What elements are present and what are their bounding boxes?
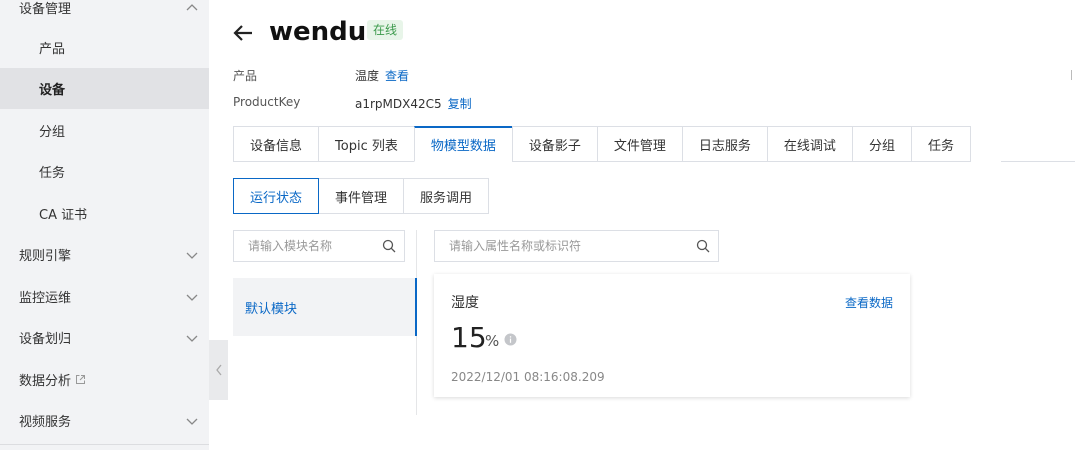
- sidebar-item-data-analysis[interactable]: 数据分析: [0, 359, 209, 400]
- property-search-box: [434, 230, 719, 262]
- sidebar-item-devices[interactable]: 设备: [0, 68, 209, 109]
- sidebar-item-label: 数据分析: [19, 374, 72, 389]
- tab-thing-model-data[interactable]: 物模型数据: [413, 126, 512, 162]
- sidebar-item-label: 设备: [39, 83, 66, 98]
- chevron-down-icon: [185, 331, 199, 345]
- sidebar-item-rule-engine[interactable]: 规则引擎: [0, 234, 209, 275]
- page-title: wendu: [269, 17, 367, 47]
- property-value: 15: [451, 321, 487, 354]
- sidebar-item-label: 任务: [39, 166, 66, 181]
- chevron-down-icon: [185, 248, 199, 262]
- tab-log-service[interactable]: 日志服务: [681, 126, 767, 162]
- sidebar-item-tasks[interactable]: 任务: [0, 151, 209, 192]
- sidebar-item-label: 设备划归: [19, 332, 72, 347]
- tabs-baseline: [1001, 161, 1075, 162]
- search-icon[interactable]: [688, 231, 718, 261]
- tab-online-debug[interactable]: 在线调试: [766, 126, 852, 162]
- chevron-up-icon: [185, 1, 199, 15]
- property-unit: %: [485, 332, 500, 350]
- sidebar-item-label: 分组: [39, 125, 66, 140]
- productkey-value: a1rpMDX42C5: [355, 97, 442, 111]
- sidebar-collapse-handle[interactable]: [209, 340, 228, 400]
- subtab-event-management[interactable]: 事件管理: [318, 178, 405, 214]
- tab-device-shadow[interactable]: 设备影子: [511, 126, 597, 162]
- subtab-running-status[interactable]: 运行状态: [233, 178, 320, 214]
- view-data-link[interactable]: 查看数据: [845, 294, 893, 311]
- chevron-left-icon: [215, 364, 222, 376]
- copy-productkey-link[interactable]: 复制: [448, 97, 472, 111]
- tab-groups[interactable]: 分组: [851, 126, 911, 162]
- sidebar-item-device-assignment[interactable]: 设备划归: [0, 317, 209, 358]
- product-value: 温度: [355, 69, 380, 83]
- sidebar-divider: [0, 444, 209, 445]
- property-search-input[interactable]: [435, 231, 688, 261]
- sub-tabs: 运行状态 事件管理 服务调用: [233, 178, 490, 214]
- product-value-row: 温度 查看: [355, 67, 409, 84]
- module-search-box: [233, 230, 405, 262]
- product-label: 产品: [233, 69, 258, 83]
- sidebar-item-label: 视频服务: [19, 415, 72, 430]
- sidebar: 设备管理 产品 设备 分组 任务 CA 证书 规则引擎 监控运维 设备划归 数据…: [0, 0, 209, 450]
- sidebar-item-label: 监控运维: [19, 291, 72, 306]
- info-icon[interactable]: [504, 333, 517, 346]
- status-badge: 在线: [367, 20, 404, 40]
- main-tabs: 设备信息 Topic 列表 物模型数据 设备影子 文件管理 日志服务 在线调试 …: [233, 126, 971, 162]
- module-search-input[interactable]: [234, 231, 374, 261]
- sidebar-item-label: 规则引擎: [19, 249, 72, 264]
- tab-file-management[interactable]: 文件管理: [596, 126, 682, 162]
- tab-device-info[interactable]: 设备信息: [233, 126, 319, 162]
- view-product-link[interactable]: 查看: [385, 69, 409, 83]
- back-arrow-icon[interactable]: [232, 22, 254, 44]
- productkey-label: ProductKey: [233, 95, 301, 109]
- productkey-value-row: a1rpMDX42C5 复制: [355, 95, 472, 112]
- tab-topic-list[interactable]: Topic 列表: [318, 126, 414, 162]
- sidebar-item-label: 产品: [39, 42, 66, 57]
- sidebar-item-monitoring[interactable]: 监控运维: [0, 276, 209, 317]
- edge-mark: [1071, 70, 1075, 80]
- sidebar-item-video-service[interactable]: 视频服务: [0, 400, 209, 441]
- sidebar-item-label: CA 证书: [39, 208, 88, 223]
- property-name: 湿度: [451, 295, 479, 311]
- tab-tasks[interactable]: 任务: [910, 126, 971, 162]
- module-item-default[interactable]: 默认模块: [233, 278, 417, 336]
- sidebar-item-groups[interactable]: 分组: [0, 110, 209, 151]
- sidebar-item-label: 设备管理: [19, 2, 72, 17]
- search-icon[interactable]: [374, 231, 404, 261]
- sidebar-item-products[interactable]: 产品: [0, 27, 209, 68]
- property-timestamp: 2022/12/01 08:16:08.209: [451, 370, 605, 384]
- sidebar-item-device-management[interactable]: 设备管理: [0, 0, 209, 28]
- chevron-down-icon: [185, 414, 199, 428]
- chevron-down-icon: [185, 290, 199, 304]
- property-card: 湿度 查看数据 15 % 2022/12/01 08:16:08.209: [434, 274, 910, 397]
- external-link-icon: [75, 374, 86, 385]
- sidebar-item-ca-cert[interactable]: CA 证书: [0, 193, 209, 234]
- subtab-service-invocation[interactable]: 服务调用: [403, 178, 490, 214]
